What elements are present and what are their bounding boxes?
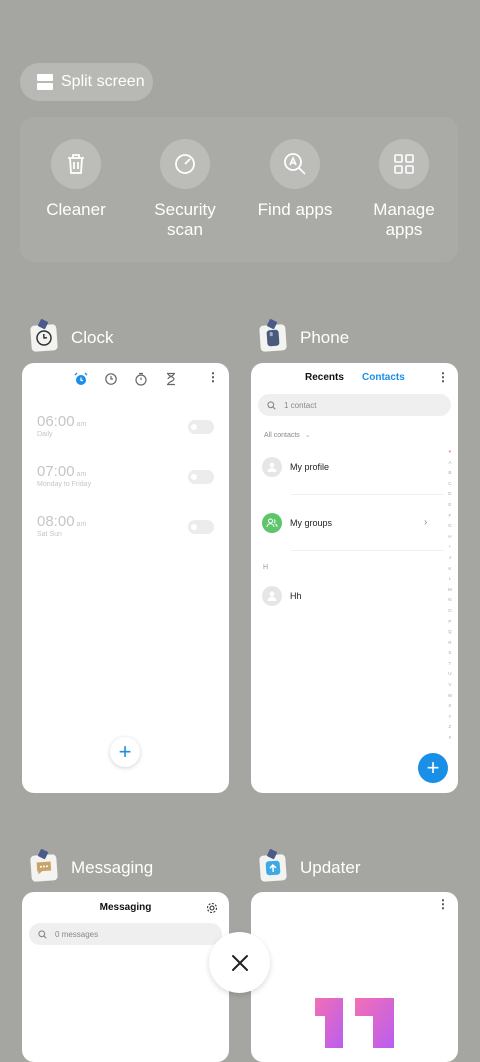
world-clock-tab-icon[interactable] xyxy=(104,372,118,386)
alarm-time: 07:00 xyxy=(37,463,75,480)
section-header: H xyxy=(263,564,269,571)
miui-logo xyxy=(315,998,394,1048)
contacts-filter-dropdown[interactable]: All contacts ⌄ xyxy=(264,431,311,440)
phone-card-header[interactable]: Phone xyxy=(259,318,350,352)
stopwatch-tab-icon[interactable] xyxy=(134,372,148,386)
clock-app-preview[interactable]: ⋮ 06:00 am Daily 07:00 am Monday to Friday… xyxy=(22,363,229,793)
updater-card-header[interactable]: Updater xyxy=(259,848,361,882)
find-apps-button[interactable]: Find apps xyxy=(245,139,345,220)
alarm-time: 08:00 xyxy=(37,513,75,530)
message-search-input[interactable]: 0 messages xyxy=(29,923,222,945)
more-options-icon[interactable]: ⋮ xyxy=(437,898,449,910)
tab-contacts[interactable]: Contacts xyxy=(362,372,405,383)
alarm-repeat: Monday to Friday xyxy=(37,481,92,488)
tab-recents[interactable]: Recents xyxy=(305,372,344,383)
row-label: My profile xyxy=(290,462,330,472)
alarm-item[interactable]: 06:00 am Daily xyxy=(37,413,86,438)
tool-label: apps xyxy=(385,220,423,239)
quick-tools-panel: Cleaner Security scan Find apps Manage a… xyxy=(20,117,458,262)
alphabet-index[interactable]: ♥ ABC DEF GHI JKL MNO PQR STU VWX Y Z # xyxy=(448,447,452,744)
clock-app-icon xyxy=(30,318,58,352)
chevron-right-icon: › xyxy=(424,517,428,528)
alarm-time: 06:00 xyxy=(37,413,75,430)
messaging-app-preview[interactable]: Messaging 0 messages xyxy=(22,892,229,1062)
alarm-toggle[interactable] xyxy=(188,470,214,484)
close-icon xyxy=(231,954,248,971)
search-icon xyxy=(38,929,47,939)
divider xyxy=(291,550,444,551)
clear-all-button[interactable] xyxy=(209,932,270,993)
app-name: Messaging xyxy=(71,858,154,877)
messaging-app-icon xyxy=(30,848,58,882)
groups-icon xyxy=(262,513,282,533)
alarm-tab-icon[interactable] xyxy=(74,372,88,386)
tool-label: Manage xyxy=(373,200,435,219)
filter-label: All contacts xyxy=(264,431,300,439)
contact-row[interactable]: Hh xyxy=(262,586,302,606)
add-icon: + xyxy=(426,755,440,780)
clock-card-header[interactable]: Clock xyxy=(30,318,114,352)
add-alarm-button[interactable]: + xyxy=(110,737,140,767)
manage-apps-button[interactable]: Manage apps xyxy=(354,139,454,240)
messaging-title: Messaging xyxy=(99,902,152,913)
settings-gear-icon[interactable] xyxy=(206,902,218,914)
app-name: Updater xyxy=(300,858,361,877)
alarm-ampm: am xyxy=(76,471,87,478)
contact-name: Hh xyxy=(290,591,302,601)
avatar xyxy=(262,457,282,477)
alarm-toggle[interactable] xyxy=(188,420,214,434)
alarm-item[interactable]: 07:00 am Monday to Friday xyxy=(37,463,91,488)
my-groups-row[interactable]: My groups xyxy=(262,513,332,533)
chevron-down-icon: ⌄ xyxy=(304,432,311,439)
clock-tabs xyxy=(74,372,178,386)
search-placeholder: 1 contact xyxy=(284,400,317,410)
add-icon: + xyxy=(118,739,132,764)
split-screen-button[interactable]: Split screen xyxy=(20,63,153,101)
phone-app-preview[interactable]: Recents Contacts ⋮ 1 contact All contact… xyxy=(251,363,458,793)
updater-app-preview[interactable]: ⋮ xyxy=(251,892,458,1062)
trash-icon xyxy=(51,139,101,189)
tool-label: Security xyxy=(154,200,216,219)
search-placeholder: 0 messages xyxy=(55,929,99,939)
split-screen-label: Split screen xyxy=(61,73,145,90)
more-options-icon[interactable]: ⋮ xyxy=(437,371,449,383)
alarm-item[interactable]: 08:00 am Sat Sun xyxy=(37,513,86,538)
avatar xyxy=(262,586,282,606)
security-scan-button[interactable]: Security scan xyxy=(135,139,235,240)
alarm-ampm: am xyxy=(76,421,87,428)
timer-tab-icon[interactable] xyxy=(164,372,178,386)
alarm-repeat: Sat Sun xyxy=(37,531,62,538)
search-icon xyxy=(267,400,276,410)
updater-app-icon xyxy=(259,848,287,882)
split-screen-icon xyxy=(37,74,53,90)
tool-label: Find apps xyxy=(257,200,333,219)
find-apps-icon xyxy=(270,139,320,189)
tool-label: Cleaner xyxy=(46,200,106,219)
app-name: Phone xyxy=(300,328,350,347)
alarm-toggle[interactable] xyxy=(188,520,214,534)
security-scan-icon xyxy=(160,139,210,189)
add-contact-button[interactable]: + xyxy=(418,753,448,783)
alarm-repeat: Daily xyxy=(37,431,53,438)
divider xyxy=(291,494,444,495)
app-name: Clock xyxy=(71,328,114,347)
contact-search-input[interactable]: 1 contact xyxy=(258,394,451,416)
cleaner-button[interactable]: Cleaner xyxy=(26,139,126,220)
more-options-icon[interactable]: ⋮ xyxy=(207,371,219,383)
tool-label: scan xyxy=(167,220,203,239)
row-label: My groups xyxy=(290,518,333,528)
messaging-card-header[interactable]: Messaging xyxy=(30,848,154,882)
my-profile-row[interactable]: My profile xyxy=(262,457,329,477)
grid-icon xyxy=(379,139,429,189)
alarm-ampm: am xyxy=(76,521,87,528)
phone-app-icon xyxy=(259,318,287,352)
